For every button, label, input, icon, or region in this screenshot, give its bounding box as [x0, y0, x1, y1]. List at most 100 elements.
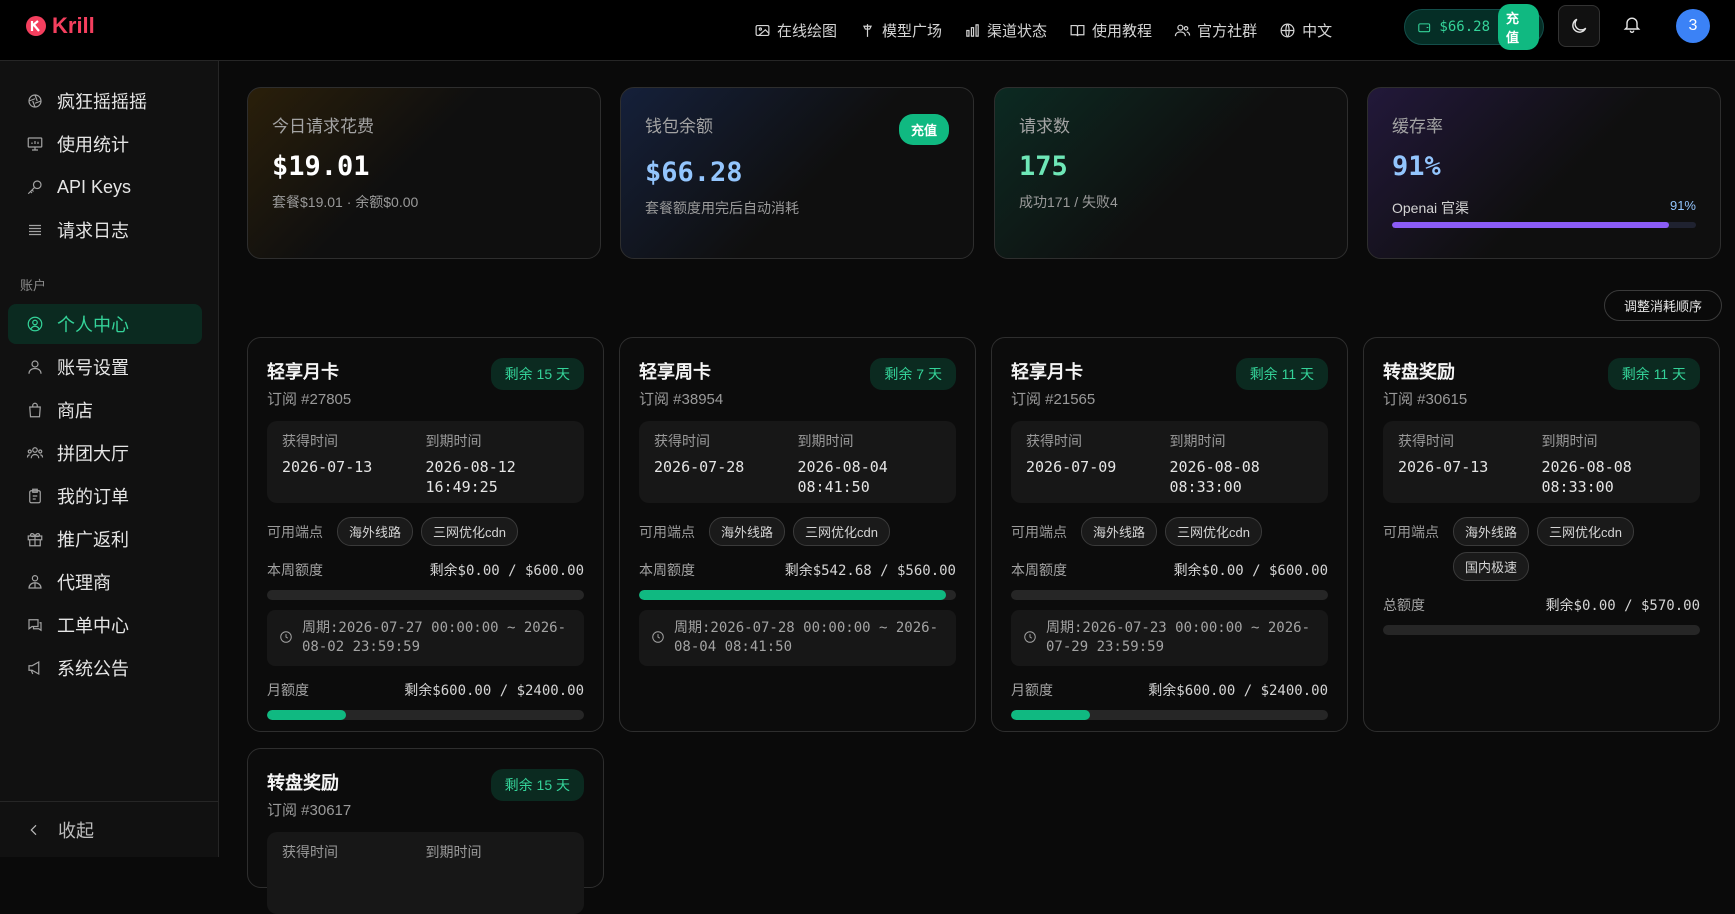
- node-tag: 海外线路: [1453, 517, 1530, 546]
- month-quota-row: 月额度 剩余$600.00 / $2400.00: [1011, 680, 1328, 700]
- got-time-label: 获得时间: [654, 433, 710, 449]
- krill-logo-icon: [26, 16, 46, 36]
- stat-label: 缓存率: [1392, 117, 1443, 136]
- nodes-label: 可用端点: [1011, 523, 1067, 540]
- collapse-sidebar-button[interactable]: 收起: [0, 801, 219, 857]
- recharge-chip-button[interactable]: 充值: [898, 114, 949, 145]
- logo[interactable]: Krill: [24, 13, 95, 39]
- expire-time-value: 2026-08-12 16:49:25: [425, 458, 516, 496]
- notifications-button[interactable]: [1622, 14, 1642, 34]
- expire-time-label: 到期时间: [425, 433, 482, 449]
- top-bar: Krill 在线绘图 模型广场 渠道状态 使用教程 官方社群 中文 $66.28…: [0, 0, 1735, 61]
- sidebar-item-usage-stats[interactable]: 使用统计: [8, 124, 202, 164]
- sidebar-item-lucky-shake[interactable]: 疯狂摇摇摇: [8, 81, 202, 121]
- clock-icon: [1024, 631, 1036, 643]
- week-quota-row: 本周额度 剩余$542.68 / $560.00: [639, 560, 956, 580]
- nav-model-plaza[interactable]: 模型广场: [859, 20, 942, 41]
- period-box: 周期:2026-07-23 00:00:00 ~ 2026-07-29 23:5…: [1011, 610, 1328, 666]
- got-time-value: 2026-07-13: [282, 458, 373, 476]
- nodes-label: 可用端点: [1383, 523, 1439, 540]
- sidebar-item-tickets[interactable]: 工单中心: [8, 605, 202, 645]
- remaining-days-badge: 剩余 11 天: [1607, 358, 1700, 390]
- quota-label: 月额度: [267, 682, 309, 698]
- got-time-label: 获得时间: [282, 844, 338, 860]
- quota-value: 剩余$600.00 / $2400.00: [404, 683, 584, 699]
- wallet-pill[interactable]: $66.28 充值: [1404, 4, 1544, 50]
- total-quota-row: 总额度 剩余$0.00 / $570.00: [1383, 595, 1700, 615]
- cache-channel-row: Openai 官渠 91%: [1392, 198, 1696, 218]
- agent-icon: [28, 575, 42, 589]
- key-icon: [27, 180, 42, 195]
- stat-card-today-cost: 今日请求花费 $19.01 套餐$19.01 · 余额$0.00: [247, 87, 601, 259]
- expire-time-value: 2026-08-08 08:33:00: [1169, 458, 1260, 496]
- bell-icon: [1623, 17, 1641, 33]
- chat-icon: [28, 619, 42, 632]
- cache-channel-pct: 91%: [1669, 198, 1696, 213]
- week-quota-row: 本周额度 剩余$0.00 / $600.00: [1011, 560, 1328, 580]
- avatar[interactable]: 3: [1676, 9, 1710, 43]
- card-subscription-id: 订阅 #30615: [1383, 391, 1468, 408]
- subscription-card: 轻享月卡 订阅 #27805 剩余 15 天 获得时间 2026-07-13 到期…: [247, 337, 604, 732]
- available-nodes: 可用端点 海外线路 三网优化cdn: [639, 517, 956, 546]
- sidebar-item-group-buy[interactable]: 拼团大厅: [8, 433, 202, 473]
- nav-language[interactable]: 中文: [1279, 20, 1332, 41]
- expire-time-value: 2026-08-04 08:41:50: [797, 458, 888, 496]
- user-icon: [28, 360, 42, 374]
- cache-progress-bar: [1392, 222, 1696, 228]
- users-icon: [1174, 24, 1191, 36]
- node-tag: 三网优化cdn: [1537, 517, 1634, 546]
- sidebar: 疯狂摇摇摇 使用统计 API Keys 请求日志 账户 个人中心 账号设置 商店…: [0, 61, 219, 857]
- period-text: 周期:2026-07-27 00:00:00 ~ 2026-08-02 23:5…: [302, 620, 567, 655]
- sidebar-item-shop[interactable]: 商店: [8, 390, 202, 430]
- subscription-card: 转盘奖励 订阅 #30615 剩余 11 天 获得时间 2026-07-13 到期…: [1363, 337, 1720, 732]
- card-dates: 获得时间 到期时间: [267, 832, 584, 914]
- node-tag: 海外线路: [1081, 517, 1158, 546]
- sidebar-item-account-settings[interactable]: 账号设置: [8, 347, 202, 387]
- sidebar-item-profile[interactable]: 个人中心: [8, 304, 202, 344]
- available-nodes: 可用端点 海外线路 三网优化cdn 国内极速: [1383, 517, 1700, 581]
- wallet-amount: $66.28: [1439, 19, 1490, 35]
- stat-card-cache-rate: 缓存率 91% Openai 官渠 91%: [1367, 87, 1721, 259]
- quota-value: 剩余$0.00 / $600.00: [1173, 563, 1328, 579]
- sidebar-item-request-log[interactable]: 请求日志: [8, 210, 202, 250]
- period-text: 周期:2026-07-23 00:00:00 ~ 2026-07-29 23:5…: [1046, 620, 1311, 655]
- sidebar-item-api-keys[interactable]: API Keys: [8, 167, 202, 207]
- quota-label: 总额度: [1383, 597, 1425, 613]
- sidebar-item-announcements[interactable]: 系统公告: [8, 648, 202, 688]
- shopping-bag-icon: [29, 402, 41, 418]
- expire-time-label: 到期时间: [1169, 433, 1226, 449]
- presentation-chart-icon: [27, 137, 43, 151]
- quota-value: 剩余$0.00 / $600.00: [429, 563, 584, 579]
- expire-time-label: 到期时间: [425, 844, 482, 860]
- period-text: 周期:2026-07-28 00:00:00 ~ 2026-08-04 08:4…: [674, 620, 939, 655]
- month-quota-row: 月额度 剩余$600.00 / $2400.00: [267, 680, 584, 700]
- nodes-label: 可用端点: [639, 523, 695, 540]
- clock-icon: [652, 631, 664, 643]
- month-quota-bar: [267, 710, 584, 720]
- chevron-left-icon: [30, 824, 37, 835]
- stat-sub: 套餐额度用完后自动消耗: [645, 200, 799, 216]
- user-circle-icon: [27, 316, 43, 332]
- card-dates: 获得时间 2026-07-28 到期时间 2026-08-04 08:41:50: [639, 421, 956, 503]
- adjust-consumption-order-button[interactable]: 调整消耗顺序: [1604, 290, 1722, 321]
- nav-tutorial[interactable]: 使用教程: [1069, 20, 1152, 41]
- card-subscription-id: 订阅 #21565: [1011, 391, 1096, 408]
- subscription-card: 轻享周卡 订阅 #38954 剩余 7 天 获得时间 2026-07-28 到期时…: [619, 337, 976, 732]
- remaining-days-badge: 剩余 15 天: [490, 769, 584, 801]
- nav-online-drawing[interactable]: 在线绘图: [754, 20, 837, 41]
- nodes-label: 可用端点: [267, 523, 323, 540]
- recharge-button[interactable]: 充值: [1498, 4, 1539, 50]
- sidebar-item-referral[interactable]: 推广返利: [8, 519, 202, 559]
- got-time-label: 获得时间: [1398, 433, 1454, 449]
- week-quota-bar: [1011, 590, 1328, 600]
- sidebar-item-agent[interactable]: 代理商: [8, 562, 202, 602]
- node-tag: 三网优化cdn: [1165, 517, 1262, 546]
- card-dates: 获得时间 2026-07-13 到期时间 2026-08-08 08:33:00: [1383, 421, 1700, 503]
- nav-channel-status[interactable]: 渠道状态: [964, 20, 1047, 41]
- theme-toggle-button[interactable]: [1558, 5, 1600, 47]
- list-icon: [29, 224, 41, 236]
- nav-community[interactable]: 官方社群: [1174, 20, 1257, 41]
- gift-icon: [27, 533, 43, 547]
- sidebar-item-my-orders[interactable]: 我的订单: [8, 476, 202, 516]
- book-icon: [1070, 24, 1085, 36]
